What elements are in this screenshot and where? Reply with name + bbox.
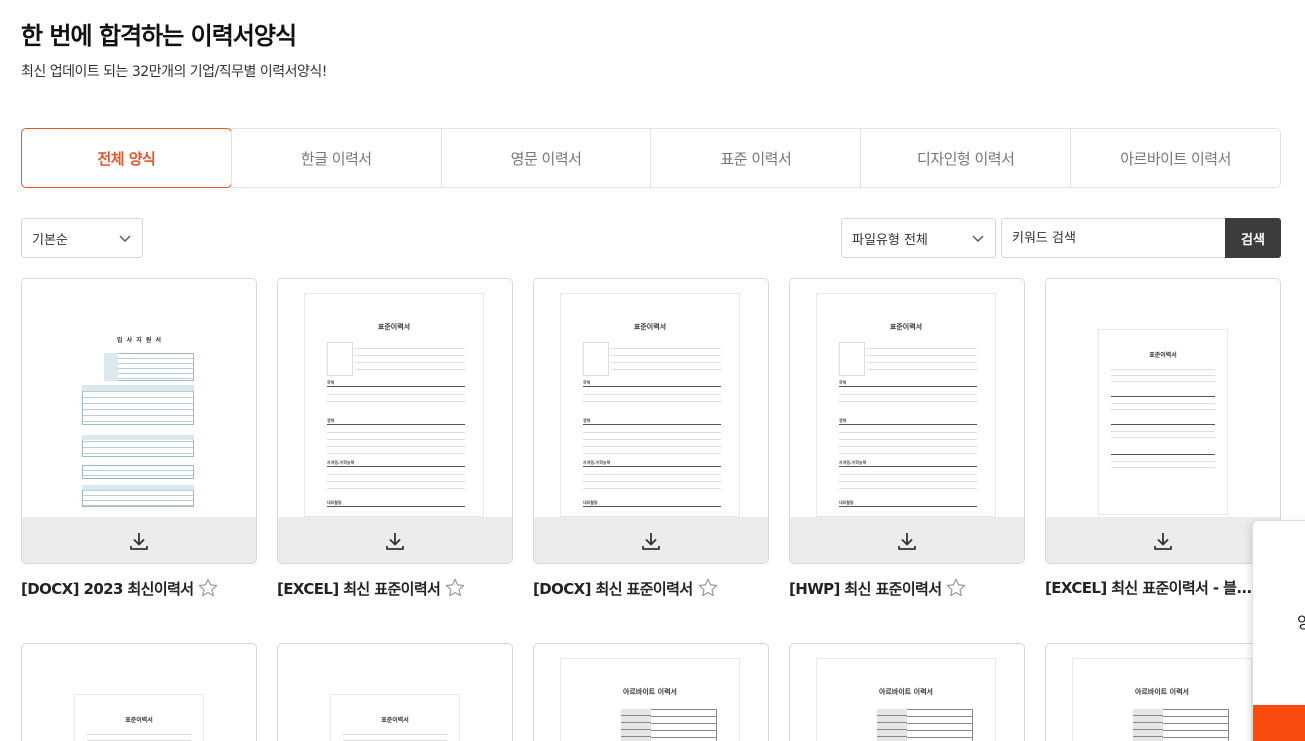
chevron-down-icon: [972, 235, 984, 242]
thumb-title: 입 사 지 원 서: [117, 337, 162, 344]
download-icon: [642, 533, 660, 550]
tab-korean[interactable]: 한글 이력서: [230, 129, 441, 187]
star-icon[interactable]: [197, 577, 219, 599]
chevron-down-icon: [119, 235, 131, 242]
card-title-text[interactable]: [DOCX] 2023 최신이력서: [21, 578, 194, 599]
template-card[interactable]: 표준이력서 학력 경력 자격증,어학능력 대외활동: [533, 278, 769, 564]
template-thumbnail[interactable]: 표준이력서 학력 경력 자격증,어학능력 대외활동: [790, 279, 1024, 517]
star-icon[interactable]: [945, 577, 967, 599]
document-preview: 표준이력서: [74, 694, 204, 741]
document-preview: 표준이력서 학력 경력 자격증,어학능력 대외활동: [560, 293, 740, 517]
card-title[interactable]: [DOCX] 2023 최신이력서: [21, 577, 219, 599]
template-card[interactable]: 아르바이트 이력서: [533, 643, 769, 741]
thumb-title: 표준이력서: [125, 717, 153, 724]
thumb-title: 표준이력서: [1149, 352, 1177, 359]
thumb-title: 표준이력서: [889, 323, 923, 331]
sort-select[interactable]: 기본순: [21, 218, 143, 258]
card-title-text[interactable]: [HWP] 최신 표준이력서: [789, 578, 942, 599]
document-preview: 표준이력서: [330, 694, 460, 741]
file-type-select[interactable]: 파일유형 전체: [841, 218, 996, 258]
template-card[interactable]: 표준이력서: [1045, 278, 1281, 564]
side-panel-text: 양: [1297, 613, 1305, 632]
star-icon[interactable]: [444, 577, 466, 599]
download-button[interactable]: [278, 517, 512, 563]
download-icon: [1154, 533, 1172, 550]
card-title[interactable]: [EXCEL] 최신 표준이력서: [277, 577, 466, 599]
card-title-text[interactable]: [EXCEL] 최신 표준이력서: [277, 578, 441, 599]
download-icon: [386, 533, 404, 550]
download-button[interactable]: [1046, 517, 1280, 563]
document-preview: 아르바이트 이력서: [816, 658, 996, 741]
file-type-select-value: 파일유형 전체: [852, 232, 928, 248]
download-button[interactable]: [790, 517, 1024, 563]
download-icon: [130, 533, 148, 550]
card-title-text[interactable]: [EXCEL] 최신 표준이력서 - 블...: [1045, 577, 1252, 598]
thumb-title: 표준이력서: [377, 323, 411, 331]
template-thumbnail[interactable]: 표준이력서 학력 경력 자격증,어학능력 대외활동: [534, 279, 768, 517]
document-preview: 표준이력서: [1098, 329, 1228, 515]
document-preview: 아르바이트 이력서: [560, 658, 740, 741]
template-card[interactable]: 표준이력서: [277, 643, 513, 741]
template-thumbnail[interactable]: 표준이력서 학력 경력 자격증,어학능력 대외활동: [278, 279, 512, 517]
template-card[interactable]: 표준이력서: [21, 643, 257, 741]
template-card[interactable]: 아르바이트 이력서: [1045, 643, 1281, 741]
document-preview: 표준이력서 학력 경력 자격증,어학능력 대외활동: [816, 293, 996, 517]
download-icon: [898, 533, 916, 550]
card-title[interactable]: [DOCX] 최신 표준이력서: [533, 577, 719, 599]
search-input[interactable]: [1001, 218, 1226, 258]
star-icon[interactable]: [697, 577, 719, 599]
document-preview: 아르바이트 이력서: [1072, 658, 1252, 741]
template-card[interactable]: 아르바이트 이력서: [789, 643, 1025, 741]
tab-english[interactable]: 영문 이력서: [440, 129, 651, 187]
sort-select-value: 기본순: [32, 232, 68, 248]
template-thumbnail[interactable]: 입 사 지 원 서: [22, 279, 256, 517]
thumb-title: 표준이력서: [633, 323, 667, 331]
template-card[interactable]: 표준이력서 학력 경력 자격증,어학능력 대외활동: [789, 278, 1025, 564]
template-card[interactable]: 표준이력서 학력 경력 자격증,어학능력 대외활동: [277, 278, 513, 564]
page-title: 한 번에 합격하는 이력서양식: [21, 22, 297, 50]
category-tabs: 전체 양식 한글 이력서 영문 이력서 표준 이력서 디자인형 이력서 아르바이…: [21, 128, 1281, 188]
tab-all[interactable]: 전체 양식: [21, 128, 232, 188]
download-button[interactable]: [22, 517, 256, 563]
template-thumbnail[interactable]: 표준이력서: [1046, 279, 1280, 517]
template-card[interactable]: 입 사 지 원 서: [21, 278, 257, 564]
thumb-title: 아르바이트 이력서: [1135, 688, 1189, 696]
card-title-text[interactable]: [DOCX] 최신 표준이력서: [533, 578, 693, 599]
thumb-title: 아르바이트 이력서: [623, 688, 677, 696]
floating-side-panel[interactable]: 양: [1252, 520, 1305, 741]
thumb-title: 표준이력서: [381, 717, 409, 724]
side-panel-button[interactable]: [1253, 705, 1305, 741]
card-title[interactable]: [EXCEL] 최신 표준이력서 - 블...: [1045, 577, 1252, 598]
document-preview: 입 사 지 원 서: [82, 335, 197, 511]
thumb-title: 아르바이트 이력서: [879, 688, 933, 696]
card-title[interactable]: [HWP] 최신 표준이력서: [789, 577, 967, 599]
download-button[interactable]: [534, 517, 768, 563]
search-button[interactable]: 검색: [1225, 218, 1281, 258]
page-subtitle: 최신 업데이트 되는 32만개의 기업/직무별 이력서양식!: [21, 64, 327, 80]
tab-design[interactable]: 디자인형 이력서: [860, 129, 1070, 187]
tab-standard[interactable]: 표준 이력서: [650, 129, 860, 187]
document-preview: 표준이력서 학력 경력 자격증,어학능력 대외활동: [304, 293, 484, 517]
tab-parttime[interactable]: 아르바이트 이력서: [1070, 129, 1280, 187]
